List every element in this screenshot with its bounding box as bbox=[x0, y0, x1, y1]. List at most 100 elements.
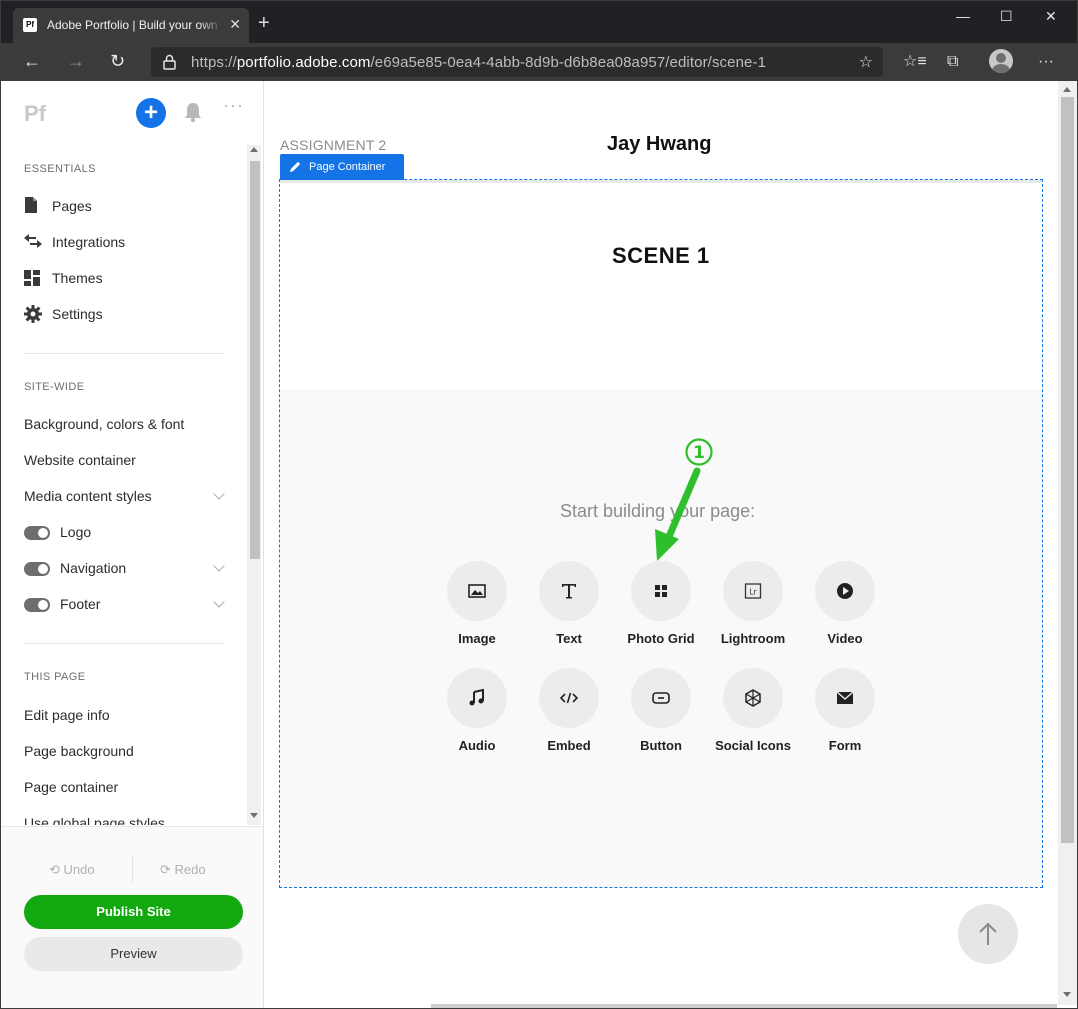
page-scrollbar-thumb[interactable] bbox=[1061, 97, 1074, 843]
logo-toggle[interactable] bbox=[24, 526, 50, 540]
chevron-down-icon[interactable] bbox=[213, 560, 225, 572]
embed-button[interactable] bbox=[539, 668, 599, 728]
video-label: Video bbox=[827, 631, 863, 646]
site-logo-text[interactable]: ASSIGNMENT 2 bbox=[280, 137, 386, 153]
photo-grid-icon bbox=[655, 585, 667, 597]
profile-avatar-icon[interactable] bbox=[989, 49, 1013, 73]
sidebar-item-settings[interactable]: Settings bbox=[52, 306, 103, 322]
forward-icon[interactable]: → bbox=[67, 51, 85, 71]
chevron-down-icon[interactable] bbox=[213, 488, 225, 500]
scroll-up-icon[interactable] bbox=[1063, 87, 1071, 92]
annotation-number: 1 bbox=[693, 443, 705, 463]
navigation-toggle[interactable] bbox=[24, 562, 50, 576]
button-icon bbox=[652, 692, 670, 704]
footer-toggle[interactable] bbox=[24, 598, 50, 612]
sidebar-item-page-background[interactable]: Page background bbox=[24, 743, 134, 759]
preview-button[interactable]: Preview bbox=[24, 937, 243, 971]
embed-icon bbox=[559, 692, 579, 704]
page-icon bbox=[25, 197, 37, 213]
browser-menu-icon[interactable]: ··· bbox=[1038, 52, 1054, 72]
sidebar-item-navigation[interactable]: Navigation bbox=[60, 560, 126, 576]
close-tab-icon[interactable]: ✕ bbox=[229, 16, 241, 32]
new-tab-icon[interactable]: + bbox=[258, 13, 270, 33]
image-icon bbox=[468, 584, 486, 598]
collections-icon[interactable]: ⧉ bbox=[947, 52, 958, 72]
sidebar-item-edit-page-info[interactable]: Edit page info bbox=[24, 707, 110, 723]
chevron-down-icon[interactable] bbox=[213, 596, 225, 608]
audio-button[interactable] bbox=[447, 668, 507, 728]
sidebar-item-page-container[interactable]: Page container bbox=[24, 779, 118, 795]
horizontal-scrollbar[interactable] bbox=[431, 1004, 1057, 1008]
redo-label: Redo bbox=[174, 862, 206, 877]
text-button[interactable] bbox=[539, 561, 599, 621]
sidebar-scrollbar-thumb[interactable] bbox=[250, 161, 260, 559]
social-icons-icon bbox=[745, 689, 761, 707]
video-button[interactable] bbox=[815, 561, 875, 621]
browser-tab[interactable]: Pf Adobe Portfolio | Build your own ✕ bbox=[13, 8, 249, 43]
favorites-list-icon[interactable]: ☆≡ bbox=[903, 52, 927, 72]
sidebar-divider bbox=[24, 353, 225, 354]
page-container-label: Page Container bbox=[309, 161, 386, 173]
sidebar-item-integrations[interactable]: Integrations bbox=[52, 234, 125, 250]
this-page-heading: THIS PAGE bbox=[24, 671, 86, 683]
annotation-arrow bbox=[655, 467, 701, 561]
form-button[interactable] bbox=[815, 668, 875, 728]
sidebar-item-footer[interactable]: Footer bbox=[60, 596, 100, 612]
scroll-up-icon[interactable] bbox=[250, 147, 258, 152]
page-title[interactable]: SCENE 1 bbox=[612, 243, 710, 269]
sidebar-item-use-global-page-styles[interactable]: Use global page styles bbox=[24, 815, 165, 825]
sidebar-divider bbox=[24, 643, 225, 644]
sidebar-item-website-container[interactable]: Website container bbox=[24, 452, 136, 468]
lightroom-button[interactable]: Lr bbox=[723, 561, 783, 621]
publish-site-button[interactable]: Publish Site bbox=[24, 895, 243, 929]
site-wide-heading: SITE-WIDE bbox=[24, 381, 85, 393]
maximize-icon[interactable]: ☐ bbox=[1000, 6, 1013, 26]
minimize-icon[interactable]: — bbox=[956, 6, 970, 26]
favorite-star-icon[interactable]: ☆ bbox=[859, 52, 873, 72]
redo-button[interactable]: ⟳ Redo bbox=[160, 862, 206, 878]
back-icon[interactable]: ← bbox=[23, 51, 41, 71]
refresh-icon[interactable]: ↻ bbox=[110, 51, 125, 71]
add-content-button[interactable]: + bbox=[136, 98, 166, 128]
sidebar-item-logo[interactable]: Logo bbox=[60, 524, 91, 540]
site-name[interactable]: Jay Hwang bbox=[607, 133, 711, 156]
sidebar-item-background-colors-font[interactable]: Background, colors & font bbox=[24, 416, 184, 432]
more-options-icon[interactable]: ··· bbox=[223, 95, 244, 116]
integrations-icon bbox=[24, 234, 42, 248]
sidebar-item-themes[interactable]: Themes bbox=[52, 270, 103, 286]
undo-icon: ⟲ bbox=[49, 862, 64, 877]
audio-icon bbox=[469, 688, 484, 706]
sidebar-item-pages[interactable]: Pages bbox=[52, 198, 92, 214]
url-host: portfolio.adobe.com bbox=[236, 54, 371, 71]
form-label: Form bbox=[828, 738, 862, 753]
browser-window: Pf Adobe Portfolio | Build your own ✕ + … bbox=[0, 0, 1078, 1009]
sidebar-item-media-content-styles[interactable]: Media content styles bbox=[24, 488, 152, 504]
undo-button[interactable]: ⟲ Undo bbox=[49, 862, 95, 878]
button-button[interactable] bbox=[631, 668, 691, 728]
sidebar-footer: ⟲ Undo ⟳ Redo Publish Site Preview bbox=[1, 826, 263, 1008]
address-bar[interactable]: https://portfolio.adobe.com/e69a5e85-0ea… bbox=[151, 47, 883, 77]
scroll-to-top-button[interactable] bbox=[958, 904, 1018, 964]
svg-text:Lr: Lr bbox=[749, 588, 757, 597]
page-container-edit-tab[interactable]: Page Container bbox=[280, 154, 404, 180]
url-prefix: https:// bbox=[191, 54, 237, 71]
image-button[interactable] bbox=[447, 561, 507, 621]
adobe-portfolio-favicon-icon: Pf bbox=[23, 18, 37, 32]
text-icon bbox=[562, 584, 576, 599]
close-window-icon[interactable]: ✕ bbox=[1045, 6, 1057, 26]
scroll-down-icon[interactable] bbox=[1063, 992, 1071, 997]
bell-icon[interactable] bbox=[183, 101, 203, 123]
container-top-border bbox=[280, 180, 1042, 183]
page-header-area: SCENE 1 bbox=[280, 180, 1042, 389]
social-icons-button[interactable] bbox=[723, 668, 783, 728]
tab-title: Adobe Portfolio | Build your own bbox=[47, 18, 223, 32]
essentials-heading: ESSENTIALS bbox=[24, 163, 96, 175]
lock-icon bbox=[163, 54, 176, 70]
editor-sidebar: Pf + ··· ESSENTIALS Pages Integrations T… bbox=[1, 81, 264, 1008]
address-toolbar: ← → ↻ https://portfolio.adobe.com/e69a5e… bbox=[1, 43, 1077, 81]
scroll-down-icon[interactable] bbox=[250, 813, 258, 818]
portfolio-logo: Pf bbox=[24, 101, 46, 126]
pencil-icon bbox=[290, 161, 301, 172]
form-icon bbox=[836, 691, 854, 704]
lightroom-icon: Lr bbox=[744, 583, 762, 599]
